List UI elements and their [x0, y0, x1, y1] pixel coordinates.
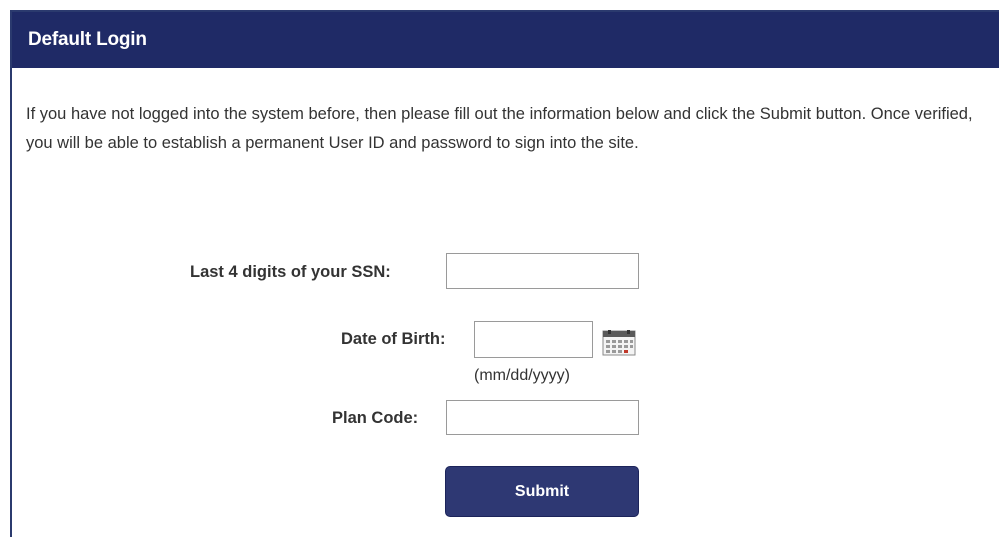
ssn-input[interactable] [446, 253, 639, 289]
default-login-panel: Default Login If you have not logged int… [10, 10, 999, 537]
submit-button[interactable]: Submit [445, 466, 639, 517]
intro-text: If you have not logged into the system b… [26, 105, 973, 152]
panel-title: Default Login [12, 12, 999, 68]
plan-code-input[interactable] [446, 400, 639, 435]
dob-input[interactable] [474, 321, 593, 358]
ssn-label: Last 4 digits of your SSN: [190, 263, 391, 281]
calendar-icon[interactable] [602, 330, 636, 356]
plan-code-label: Plan Code: [332, 409, 419, 427]
dob-format-hint: (mm/dd/yyyy) [474, 367, 570, 384]
dob-label: Date of Birth: [341, 330, 446, 348]
